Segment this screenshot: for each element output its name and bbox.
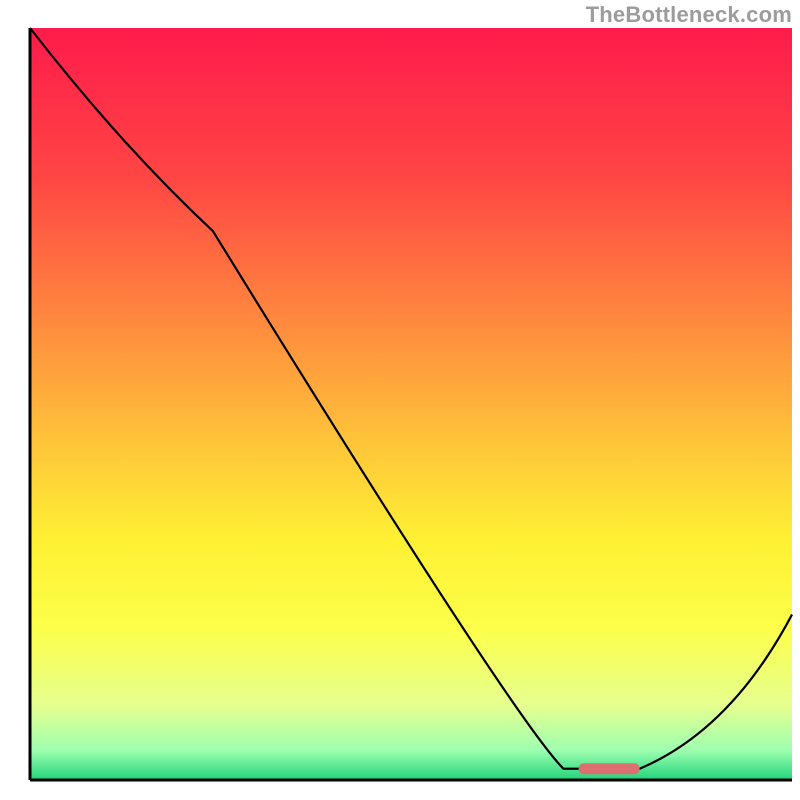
plot-background <box>30 28 792 780</box>
bottleneck-chart: TheBottleneck.com <box>0 0 800 800</box>
optimal-marker <box>579 763 640 774</box>
chart-svg <box>0 0 800 800</box>
